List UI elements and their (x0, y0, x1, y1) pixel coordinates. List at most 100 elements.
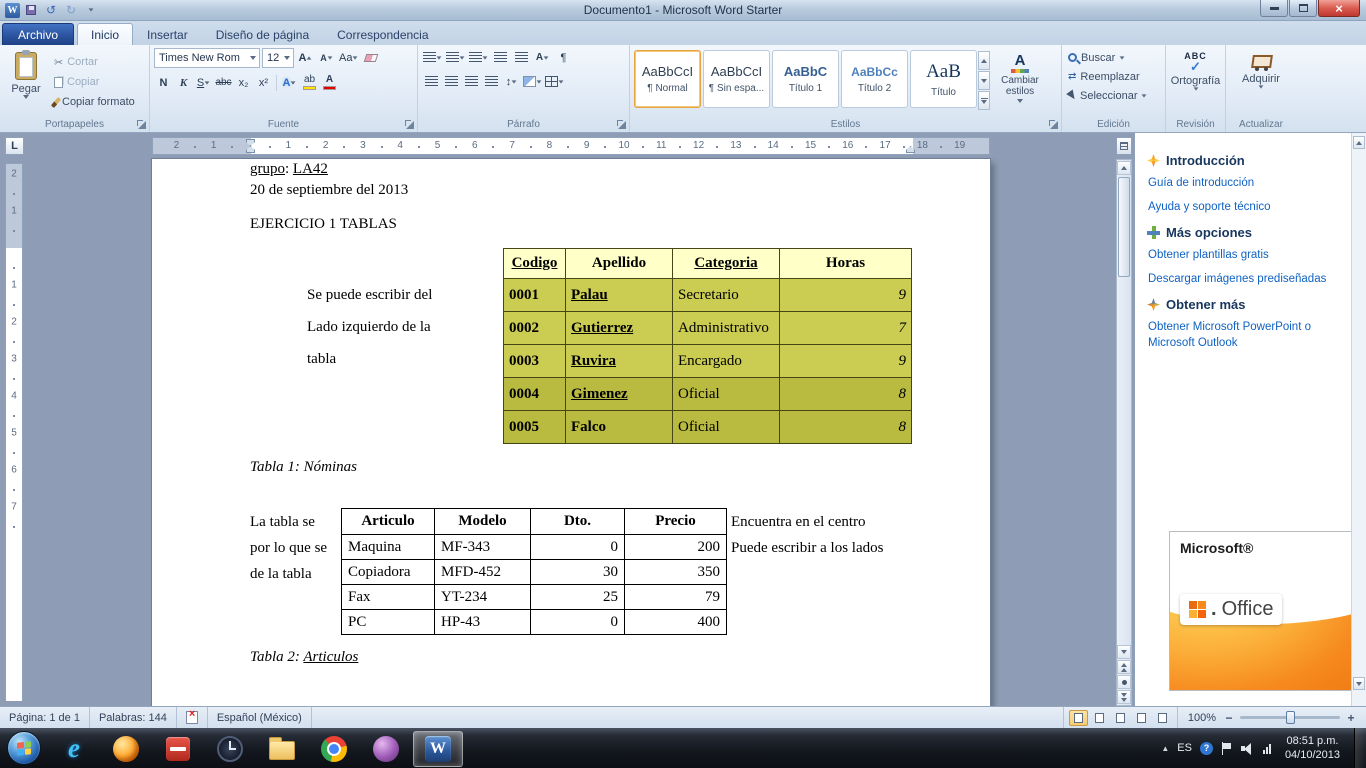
style--normal[interactable]: AaBbCcI ¶ Normal (634, 50, 701, 108)
taskpane-link-ayuda-y-soporte-técnico[interactable]: Ayuda y soporte técnico (1148, 200, 1336, 216)
select-browse-object-button[interactable] (1117, 675, 1131, 689)
taskbar-red-app-icon[interactable] (153, 731, 203, 767)
zoom-slider-thumb[interactable] (1286, 711, 1295, 724)
grow-font-button[interactable]: A (296, 49, 315, 68)
taskpane-link-obtener-microsoft-powerpoint-o-microsoft-outlook[interactable]: Obtener Microsoft PowerPoint o Microsoft… (1148, 320, 1336, 351)
draft-view-button[interactable] (1153, 710, 1172, 726)
page-indicator[interactable]: Página: 1 de 1 (0, 707, 90, 728)
taskpane-link-descargar-imágenes-prediseñadas[interactable]: Descargar imágenes prediseñadas (1148, 272, 1336, 288)
taskpane-link-obtener-plantillas-gratis[interactable]: Obtener plantillas gratis (1148, 248, 1336, 264)
multilevel-list-button[interactable] (468, 48, 489, 67)
font-dialog-launcher[interactable] (405, 120, 414, 129)
clipboard-dialog-launcher[interactable] (137, 120, 146, 129)
minimize-button[interactable] (1260, 0, 1288, 17)
volume-icon[interactable] (1240, 742, 1255, 755)
document-scrollbar[interactable] (1116, 159, 1132, 706)
proofing-status[interactable] (177, 707, 208, 728)
taskbar-firefox-icon[interactable] (101, 731, 151, 767)
highlight-button[interactable]: ab (300, 73, 319, 92)
taskpane-scroll-down[interactable] (1353, 677, 1365, 690)
save-button[interactable] (22, 2, 40, 19)
redo-button[interactable]: ↻ (62, 2, 80, 19)
taskbar-clock-app-icon[interactable] (205, 731, 255, 767)
cut-button[interactable]: ✂ Cortar (51, 53, 138, 71)
shading-button[interactable] (522, 72, 543, 91)
nominas-table[interactable]: Codigo Apellido Categoria Horas 0001 Palau Sec… (503, 248, 912, 444)
maximize-button[interactable] (1289, 0, 1317, 17)
styles-dialog-launcher[interactable] (1049, 120, 1058, 129)
ruler-toggle-button[interactable] (1116, 137, 1132, 155)
zoom-out-button[interactable]: − (1222, 711, 1236, 725)
scroll-up-button[interactable] (1117, 161, 1131, 175)
borders-button[interactable] (544, 72, 565, 91)
web-layout-view-button[interactable] (1111, 710, 1130, 726)
font-size-combo[interactable]: 12 (262, 48, 294, 68)
clock[interactable]: 08:51 p.m. 04/10/2013 (1279, 734, 1346, 763)
next-page-button[interactable] (1117, 690, 1131, 704)
taskbar-internet-explorer-icon[interactable]: e (49, 731, 99, 767)
style-título-1[interactable]: AaBbC Título 1 (772, 50, 839, 108)
subscript-button[interactable]: x₂ (234, 73, 253, 92)
text-effects-button[interactable]: A (280, 73, 299, 92)
decrease-indent-button[interactable] (491, 48, 510, 67)
taskpane-scrollbar[interactable] (1351, 133, 1366, 706)
taskbar-folder-icon[interactable] (257, 731, 307, 767)
numbering-button[interactable] (445, 48, 466, 67)
spelling-button[interactable]: ABC ✓ Ortografía (1170, 48, 1221, 114)
horizontal-ruler[interactable]: 2 1 1 2 3 4 5 6 7 8 9 10 11 12 13 14 15 16 17 18 19 (152, 137, 990, 155)
action-center-icon[interactable] (1221, 741, 1233, 755)
tab-inicio[interactable]: Inicio (77, 23, 134, 45)
language-tray-indicator[interactable]: ES (1177, 742, 1192, 754)
styles-more-button[interactable] (978, 91, 990, 110)
tab-diseño-de-página[interactable]: Diseño de página (202, 23, 323, 45)
shrink-font-button[interactable]: A (317, 49, 336, 68)
taskpane-link-guía-de-introducción[interactable]: Guía de introducción (1148, 176, 1336, 192)
articulos-table[interactable]: Articulo Modelo Dto. Precio Maquina MF-343 0 20… (341, 508, 727, 635)
zoom-in-button[interactable]: + (1344, 711, 1358, 725)
justify-button[interactable] (482, 72, 501, 91)
line-spacing-button[interactable]: ↕ (502, 72, 521, 91)
document-page[interactable]: grupo: LA42 20 de septiembre del 2013 EJ… (152, 159, 990, 706)
bullets-button[interactable] (422, 48, 443, 67)
print-layout-view-button[interactable] (1068, 709, 1088, 726)
style-título-2[interactable]: AaBbCc Título 2 (841, 50, 908, 108)
font-color-button[interactable]: A (320, 73, 339, 92)
change-styles-button[interactable]: A Cambiar estilos (991, 48, 1049, 116)
paragraph-dialog-launcher[interactable] (617, 120, 626, 129)
strikethrough-button[interactable]: abc (214, 73, 233, 92)
tab-stop-selector[interactable]: L (5, 137, 24, 155)
zoom-slider[interactable] (1240, 711, 1340, 724)
tab-archivo[interactable]: Archivo (2, 23, 75, 45)
office-ad[interactable]: Microsoft® . Office (1169, 531, 1353, 691)
align-left-button[interactable] (422, 72, 441, 91)
show-desktop-button[interactable] (1354, 728, 1366, 768)
language-indicator[interactable]: Español (México) (208, 707, 312, 728)
taskbar-word-icon[interactable]: W (413, 730, 463, 767)
font-name-combo[interactable]: Times New Rom (154, 48, 260, 68)
previous-page-button[interactable] (1117, 660, 1131, 674)
show-marks-button[interactable]: ¶ (554, 48, 573, 67)
taskpane-scroll-up[interactable] (1353, 136, 1365, 149)
copy-button[interactable]: Copiar (51, 73, 138, 91)
scroll-down-button[interactable] (1117, 645, 1131, 659)
increase-indent-button[interactable] (512, 48, 531, 67)
format-painter-button[interactable]: Copiar formato (50, 93, 138, 111)
center-button[interactable] (442, 72, 461, 91)
hidden-icons-button[interactable]: ▲ (1161, 744, 1169, 753)
word-count[interactable]: Palabras: 144 (90, 707, 177, 728)
taskbar-media-app-icon[interactable] (361, 731, 411, 767)
underline-button[interactable]: S (194, 73, 213, 92)
styles-scroll-up-button[interactable] (978, 51, 990, 70)
paste-button[interactable]: Pegar (4, 48, 48, 112)
superscript-button[interactable]: x² (254, 73, 273, 92)
tab-correspondencia[interactable]: Correspondencia (323, 23, 442, 45)
align-right-button[interactable] (462, 72, 481, 91)
sort-button[interactable]: A (533, 48, 552, 67)
qat-customize-button[interactable] (82, 2, 100, 19)
style-título[interactable]: AaB Título (910, 50, 977, 108)
start-button[interactable] (0, 731, 48, 765)
help-tray-icon[interactable]: ? (1199, 741, 1213, 755)
scrollbar-thumb[interactable] (1118, 177, 1130, 277)
acquire-button[interactable]: Adquirir (1230, 48, 1292, 114)
styles-scroll-down-button[interactable] (978, 71, 990, 90)
